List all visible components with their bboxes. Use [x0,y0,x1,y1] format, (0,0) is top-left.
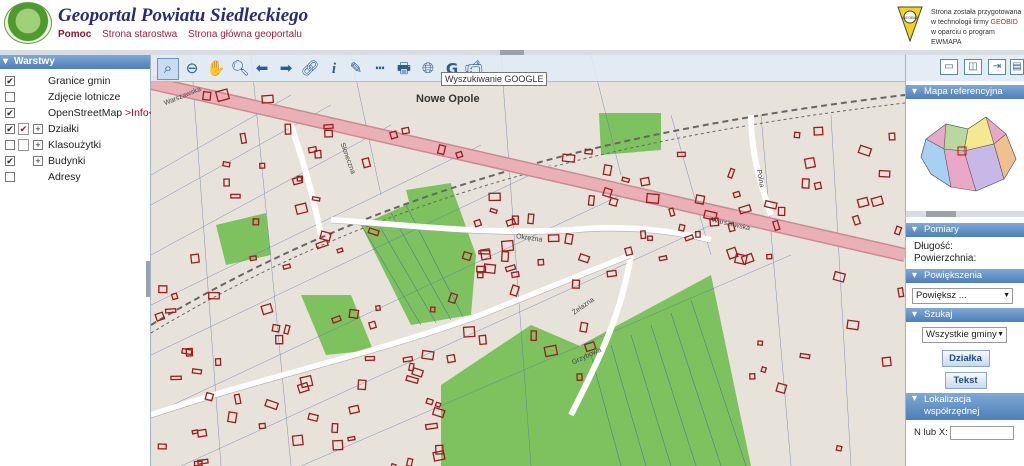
lokalizacja-title-line1: Lokalizacja [924,394,971,405]
layer-row[interactable]: ✔ ✔ + Działki [0,121,150,137]
pan-hand-icon[interactable]: ✋ [205,58,227,80]
reference-map-svg[interactable] [906,99,1024,219]
google-search-tooltip: Wyszukiwanie GOOGLE [441,72,548,86]
lokalizacja-title-line2: współrzędnej [924,406,980,417]
layer-label: Granice gmin [48,73,110,89]
layer-label-text: Adresy [48,171,81,183]
reference-map[interactable] [906,99,1024,219]
panel-menu-icon[interactable]: ▤ [1010,59,1024,75]
layer-row[interactable]: ✔ + Budynki [0,153,150,169]
layer-label: Adresy [48,169,81,185]
lokalizacja-title[interactable]: Lokalizacja współrzędnej [906,393,1024,420]
site-title: Geoportal Powiatu Siedleckiego [58,5,309,26]
layer-checkbox[interactable] [5,172,15,182]
nav-pomoc[interactable]: Pomoc [58,29,91,40]
layer-list: ✔ Granice gmin Zdjęcie lotnicze ✔ OpenStreet… [0,73,155,185]
layer-expand-icon[interactable]: + [33,124,43,134]
pomiary-title[interactable]: Pomiary [906,223,1024,237]
layer-label: Klasoużytki [48,137,101,153]
layer-label-text: OpenStreetMap [48,107,126,119]
powiekszenia-title[interactable]: Powiększenia [906,269,1024,283]
layer-legend-icon[interactable]: ✔ [18,123,29,135]
credit-text: Strona została przygotowana w technologi… [931,8,1023,48]
right-panel: ▭ ◫ ⇥ ▤ Mapa referencyjna Pomiary Długoś… [905,55,1024,466]
layer-checkbox[interactable]: ✔ [5,156,15,166]
layer-row[interactable]: ✔ Granice gmin [0,73,150,89]
credit-line-2: w technologii firmy GEOBID [931,18,1023,28]
credit-line-3: w oparciu o program EWMAPA [931,29,995,46]
powierzchnia-label: Powierzchnia: [914,253,977,264]
layer-checkbox[interactable]: ✔ [5,108,15,118]
scale-ruler-icon[interactable]: ┅ [369,58,391,80]
layer-label: Budynki [48,153,85,169]
collapse-right-icon[interactable]: ⇥ [988,59,1006,75]
nav-strona-glowna[interactable]: Strona główna geoportalu [188,29,302,40]
coord-n-row: N lub X: [906,426,1024,440]
n-label: N lub X: [914,427,948,438]
layers-panel: Warstwy ✔ Granice gmin Zdjęcie lotnicze ✔ Op… [0,55,155,466]
layout-split-icon[interactable]: ◫ [964,59,982,75]
gminy-select[interactable]: Wszystkie gminy [922,327,1007,343]
layer-label-text: Zdjęcie lotnicze [48,91,121,103]
powiat-logo[interactable] [4,2,52,44]
layer-checkbox[interactable]: ✔ [5,76,15,86]
zoom-out-icon[interactable]: ⊖ [181,58,203,80]
layer-row[interactable]: ✔ OpenStreetMap >Info< [0,105,155,121]
map-view[interactable]: Nowe Opole Warszawska Warszawska Okrężna… [151,55,905,466]
layer-row[interactable]: Adresy [0,169,150,185]
forward-arrow-icon[interactable]: ➡ [275,58,297,80]
layer-label: OpenStreetMap >Info< [48,105,155,121]
right-toolbar: ▭ ◫ ⇥ ▤ [906,55,1024,81]
globe-icon[interactable]: 🌐︎ [417,58,439,80]
n-input[interactable] [950,426,1014,440]
credit-brand[interactable]: GEOBID [991,19,1018,26]
top-nav: Pomoc Strona starostwa Strona główna geo… [58,29,310,40]
layer-label-text: Klasoużytki [48,139,102,151]
layer-checkbox[interactable] [5,92,15,102]
mapa-referencyjna-title[interactable]: Mapa referencyjna [906,85,1024,99]
tekst-button[interactable]: Tekst [944,372,987,389]
print-icon[interactable]: 🖶 [393,58,415,80]
layer-expand-icon[interactable]: + [33,140,43,150]
credit-line-1: Strona została przygotowana [931,9,1022,16]
zoom-in-box-icon[interactable]: ⌕ [157,58,179,80]
layer-label: Zdjęcie lotnicze [48,89,120,105]
layers-panel-title[interactable]: Warstwy [0,55,150,69]
dlugosc-label: Długość: [914,241,953,252]
layer-label-text: Budynki [48,155,86,167]
dzialka-button[interactable]: Działka [941,350,990,367]
back-arrow-icon[interactable]: ⬅ [251,58,273,80]
szukaj-title[interactable]: Szukaj [906,308,1024,322]
layer-legend-icon[interactable] [18,139,29,151]
town-label: Nowe Opole [416,93,480,105]
layer-row[interactable]: + Klasoużytki [0,137,150,153]
layer-label-text: Działki [48,123,79,135]
header: Geoportal Powiatu Siedleckiego Pomoc Str… [0,0,1024,50]
layout-single-icon[interactable]: ▭ [940,59,958,75]
layer-row[interactable]: Zdjęcie lotnicze [0,89,150,105]
layer-checkbox[interactable]: ✔ [5,124,15,134]
layer-expand-icon[interactable]: + [33,156,43,166]
zoom-magnifier-icon[interactable]: 🔍︎ [229,58,251,80]
geobid-logo[interactable]: GEOBID [896,5,924,43]
credit-line-2-text: w technologii firmy [931,19,991,26]
measure-pencil-icon[interactable]: ✎ [345,58,367,80]
left-panel-scrollbar[interactable] [146,261,150,297]
link-icon[interactable]: 🔗︎ [299,58,321,80]
green-area [599,113,661,155]
svg-text:GEOBID: GEOBID [902,15,918,20]
map-canvas[interactable] [151,55,905,466]
layer-label-text: Granice gmin [48,75,111,87]
nav-strona-starostwa[interactable]: Strona starostwa [102,29,177,40]
layer-label: Działki [48,121,79,137]
powieksz-select[interactable]: Powiększ ... [912,288,1013,304]
layer-checkbox[interactable] [5,140,15,150]
info-icon[interactable]: i [323,58,345,80]
